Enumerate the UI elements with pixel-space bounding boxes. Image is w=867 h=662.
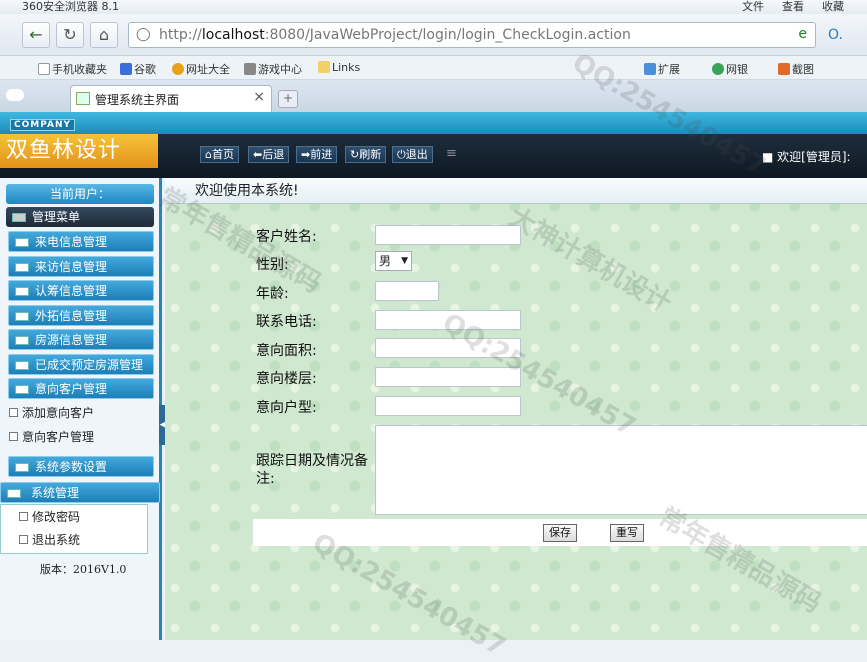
browser-titlebar: 360安全浏览器 8.1 文件 查看 收藏 bbox=[0, 0, 867, 14]
sidebar-subitem-exit[interactable]: 退出系统 bbox=[18, 531, 80, 548]
forward-button[interactable]: ➡前进 bbox=[296, 146, 338, 163]
back-button[interactable]: ⬅后退 bbox=[248, 146, 290, 163]
sidebar-item-calls[interactable]: 来电信息管理 bbox=[8, 231, 154, 252]
gender-select[interactable]: 男 ▼ bbox=[375, 251, 412, 271]
notes-textarea[interactable] bbox=[375, 425, 867, 515]
version-text: 版本：2016V1.0 bbox=[40, 563, 127, 576]
menu-view[interactable]: 查看 bbox=[782, 0, 804, 14]
bank-button[interactable]: 网银 bbox=[712, 61, 748, 77]
browser-engine-icon[interactable]: e bbox=[798, 26, 807, 42]
shield-icon: ◯ bbox=[136, 27, 151, 42]
page-icon bbox=[76, 92, 90, 105]
sidebar-item-outreach[interactable]: 外拓信息管理 bbox=[8, 305, 154, 326]
new-tab-button[interactable]: + bbox=[278, 90, 298, 108]
save-button[interactable]: 保存 bbox=[543, 524, 577, 542]
tab-bar: 管理系统主界面 × + bbox=[0, 80, 867, 112]
phone-icon bbox=[38, 63, 50, 75]
globe-icon bbox=[172, 63, 184, 75]
sidebar-item-intent-customers[interactable]: 意向客户管理 bbox=[8, 378, 154, 399]
address-url: http://localhost:8080/JavaWebProject/log… bbox=[159, 27, 631, 43]
label-name: 客户姓名: bbox=[256, 229, 317, 245]
folder-icon bbox=[318, 61, 330, 73]
button-row: 保存 重写 bbox=[253, 519, 867, 546]
chevron-down-icon: ▼ bbox=[401, 256, 408, 266]
current-user-bar: 当前用户： bbox=[6, 184, 154, 204]
label-layout: 意向户型: bbox=[256, 400, 317, 416]
tab-label: 管理系统主界面 bbox=[95, 93, 180, 107]
search-engine-icon[interactable]: O. bbox=[828, 27, 843, 43]
cloud-icon[interactable] bbox=[6, 89, 24, 101]
sidebar-item-deals[interactable]: 已成交预定房源管理 bbox=[8, 354, 154, 375]
list-icon bbox=[15, 336, 29, 345]
list-icon bbox=[15, 238, 29, 247]
phone-input[interactable] bbox=[375, 310, 521, 330]
floor-input[interactable] bbox=[375, 367, 521, 387]
back-icon[interactable]: ← bbox=[22, 22, 50, 48]
scissors-icon bbox=[778, 63, 790, 75]
logo: 双鱼林设计 bbox=[0, 134, 158, 168]
home-icon[interactable]: ⌂ bbox=[90, 22, 118, 48]
fav-item[interactable]: Links bbox=[318, 61, 360, 74]
list-icon bbox=[7, 489, 21, 498]
company-label: COMPANY bbox=[10, 119, 75, 131]
google-icon bbox=[120, 63, 132, 75]
label-floor: 意向楼层: bbox=[256, 371, 317, 387]
sidebar-subitem-manage[interactable]: 意向客户管理 bbox=[8, 428, 94, 445]
extension-icon bbox=[644, 63, 656, 75]
sidebar-subitem-add[interactable]: 添加意向客户 bbox=[8, 404, 94, 421]
fav-item[interactable]: 游戏中心 bbox=[244, 61, 302, 77]
age-input[interactable] bbox=[375, 281, 439, 301]
menu-title: 管理菜单 bbox=[6, 207, 154, 227]
home-button[interactable]: ⌂首页 bbox=[200, 146, 239, 163]
list-icon bbox=[15, 361, 29, 370]
extensions-button[interactable]: 扩展 bbox=[644, 61, 680, 77]
close-icon[interactable]: × bbox=[253, 89, 265, 105]
sidebar: 当前用户： 管理菜单 来电信息管理 来访信息管理 认筹信息管理 外拓信息管理 房… bbox=[0, 178, 162, 640]
sidebar-item-visits[interactable]: 来访信息管理 bbox=[8, 256, 154, 277]
app-header: 双鱼林设计 ⌂首页 ⬅后退 ➡前进 ↻刷新 ⏻退出 ≡ ■ 欢迎[管理员]: bbox=[0, 134, 867, 178]
sidebar-item-listings[interactable]: 房源信息管理 bbox=[8, 329, 154, 350]
list-icon bbox=[15, 287, 29, 296]
fav-item[interactable]: 谷歌 bbox=[120, 61, 156, 77]
welcome-text: ■ 欢迎[管理员]: bbox=[762, 150, 851, 164]
sidebar-item-params[interactable]: 系统参数设置 bbox=[8, 456, 154, 477]
browser-title: 360安全浏览器 8.1 bbox=[22, 0, 119, 13]
browser-navbar: ← ↻ ⌂ ◯ http://localhost:8080/JavaWebPro… bbox=[0, 14, 867, 56]
area-input[interactable] bbox=[375, 338, 521, 358]
reset-button[interactable]: 重写 bbox=[610, 524, 644, 542]
fav-item[interactable]: 网址大全 bbox=[172, 61, 230, 77]
refresh-icon[interactable]: ↻ bbox=[56, 22, 84, 48]
screenshot-button[interactable]: 截图 bbox=[778, 61, 814, 77]
label-area: 意向面积: bbox=[256, 343, 317, 359]
content-title: 欢迎使用本系统! bbox=[165, 178, 867, 204]
bank-icon bbox=[712, 63, 724, 75]
list-icon bbox=[15, 312, 29, 321]
label-age: 年龄: bbox=[256, 286, 289, 302]
sidebar-item-subscriptions[interactable]: 认筹信息管理 bbox=[8, 280, 154, 301]
grid-icon bbox=[12, 213, 26, 222]
layout-input[interactable] bbox=[375, 396, 521, 416]
company-bar: COMPANY bbox=[0, 112, 867, 134]
list-icon bbox=[15, 463, 29, 472]
logout-button[interactable]: ⏻退出 bbox=[392, 146, 433, 163]
fav-item[interactable]: 手机收藏夹 bbox=[38, 61, 107, 77]
customer-name-input[interactable] bbox=[375, 225, 521, 245]
address-bar[interactable]: ◯ http://localhost:8080/JavaWebProject/l… bbox=[128, 22, 816, 48]
menu-icon: ≡ bbox=[446, 146, 457, 161]
tab-main[interactable]: 管理系统主界面 × bbox=[70, 85, 272, 112]
menu-file[interactable]: 文件 bbox=[742, 0, 764, 14]
label-phone: 联系电话: bbox=[256, 314, 317, 330]
favorites-bar: 手机收藏夹 谷歌 网址大全 游戏中心 Links 扩展 网银 截图 bbox=[0, 56, 867, 80]
sidebar-subitem-password[interactable]: 修改密码 bbox=[18, 508, 80, 525]
list-icon bbox=[15, 263, 29, 272]
label-gender: 性别: bbox=[256, 257, 289, 273]
refresh-button[interactable]: ↻刷新 bbox=[345, 146, 387, 163]
gamepad-icon bbox=[244, 63, 256, 75]
label-notes: 跟踪日期及情况备注: bbox=[256, 453, 368, 487]
main-content: 欢迎使用本系统! 客户姓名: 性别: 男 ▼ 年龄: 联系电话: 意向面积: 意向… bbox=[165, 178, 867, 640]
sidebar-item-system[interactable]: 系统管理 bbox=[0, 482, 160, 503]
list-icon bbox=[15, 385, 29, 394]
menu-favorites[interactable]: 收藏 bbox=[822, 0, 844, 14]
